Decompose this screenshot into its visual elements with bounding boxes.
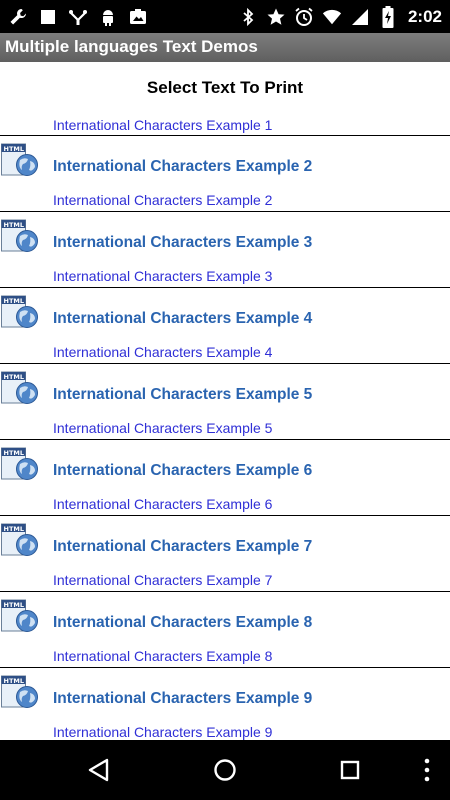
example-link[interactable]: International Characters Example 6 [53, 496, 272, 512]
example-title[interactable]: International Characters Example 8 [53, 614, 312, 632]
example-title[interactable]: International Characters Example 4 [53, 310, 312, 328]
svg-text:HTML: HTML [4, 221, 24, 229]
app-title: Multiple languages Text Demos [5, 37, 258, 56]
list-item[interactable]: HTML International Characters Example 2 … [0, 136, 450, 212]
svg-text:HTML: HTML [4, 373, 24, 381]
example-link[interactable]: International Characters Example 3 [53, 268, 272, 284]
svg-text:HTML: HTML [4, 297, 24, 305]
example-link[interactable]: International Characters Example 1 [53, 117, 272, 133]
example-title[interactable]: International Characters Example 6 [53, 462, 312, 480]
system-icons: 2:02 [238, 5, 442, 29]
bluetooth-icon [238, 7, 258, 27]
example-title[interactable]: International Characters Example 3 [53, 234, 312, 252]
example-link[interactable]: International Characters Example 8 [53, 648, 272, 664]
html-file-icon: HTML [1, 371, 38, 404]
example-link[interactable]: International Characters Example 2 [53, 192, 272, 208]
html-file-icon: HTML [1, 143, 38, 176]
svg-text:HTML: HTML [4, 145, 24, 153]
svg-text:HTML: HTML [4, 449, 24, 457]
svg-text:HTML: HTML [4, 601, 24, 609]
html-file-icon: HTML [1, 675, 38, 708]
action-bar: Multiple languages Text Demos [0, 33, 450, 62]
svg-text:HTML: HTML [4, 677, 24, 685]
alarm-icon [294, 7, 314, 27]
clock-time: 2:02 [407, 7, 442, 26]
svg-text:HTML: HTML [4, 525, 24, 533]
html-file-icon: HTML [1, 295, 38, 328]
html-file-icon: HTML [1, 523, 38, 556]
signal-icon [350, 7, 370, 27]
home-icon[interactable] [209, 754, 241, 786]
list-item[interactable]: HTML International Characters Example 9 … [0, 668, 450, 740]
main-content[interactable]: Select Text To Print International Chara… [0, 62, 450, 740]
example-link[interactable]: International Characters Example 4 [53, 344, 272, 360]
example-link[interactable]: International Characters Example 9 [53, 724, 272, 740]
more-icon[interactable] [411, 754, 443, 786]
list-item[interactable]: HTML International Characters Example 4 … [0, 288, 450, 364]
navigation-bar [0, 740, 450, 800]
html-file-icon: HTML [1, 447, 38, 480]
list-item[interactable]: HTML International Characters Example 8 … [0, 592, 450, 668]
photo-icon [128, 7, 148, 27]
list-item[interactable]: International Characters Example 1 [0, 114, 450, 136]
html-file-icon: HTML [1, 219, 38, 252]
page-heading: Select Text To Print [146, 78, 304, 97]
list-item[interactable]: HTML International Characters Example 7 … [0, 516, 450, 592]
android-icon [98, 7, 118, 27]
square-icon [38, 7, 58, 27]
wifi-icon [322, 7, 342, 27]
list-item[interactable]: HTML International Characters Example 5 … [0, 364, 450, 440]
back-icon[interactable] [83, 754, 115, 786]
html-file-icon: HTML [1, 599, 38, 632]
battery-icon [378, 6, 398, 28]
star-icon [266, 7, 286, 27]
example-title[interactable]: International Characters Example 9 [53, 690, 312, 708]
example-link[interactable]: International Characters Example 7 [53, 572, 272, 588]
example-link[interactable]: International Characters Example 5 [53, 420, 272, 436]
example-title[interactable]: International Characters Example 2 [53, 158, 312, 176]
usb-icon [68, 7, 88, 27]
list-item[interactable]: HTML International Characters Example 3 … [0, 212, 450, 288]
notification-icons [8, 6, 148, 28]
status-bar: 2:02 [0, 0, 450, 33]
language-list[interactable]: International Characters Example 1 HTML … [0, 114, 450, 740]
wrench-icon [8, 7, 28, 27]
example-title[interactable]: International Characters Example 7 [53, 538, 312, 556]
recents-icon[interactable] [334, 754, 366, 786]
example-title[interactable]: International Characters Example 5 [53, 386, 312, 404]
list-item[interactable]: HTML International Characters Example 6 … [0, 440, 450, 516]
